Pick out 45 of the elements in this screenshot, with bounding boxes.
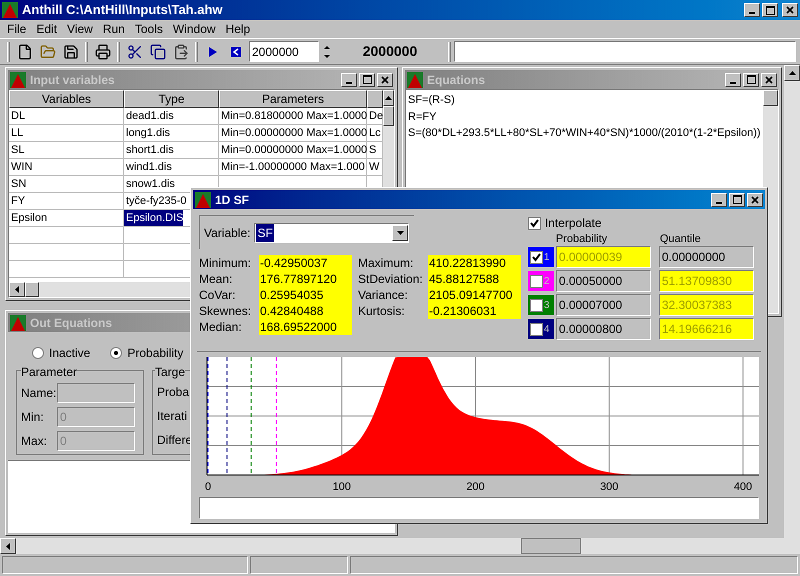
axis-tick-label: 400 bbox=[734, 481, 752, 493]
stat-value: 2105.09147700 bbox=[428, 287, 514, 303]
stat-value: 176.77897120 bbox=[259, 271, 338, 287]
field-label: Iterati bbox=[157, 408, 188, 423]
axis-tick-label: 300 bbox=[600, 481, 618, 493]
field-label: Variable: bbox=[204, 224, 250, 242]
field-label: Name: bbox=[21, 385, 57, 402]
window-title: Out Equations bbox=[30, 314, 112, 332]
stat-value: 0.25954035 bbox=[259, 287, 324, 303]
point-number: 2 bbox=[544, 274, 550, 288]
point-number: 3 bbox=[544, 298, 550, 312]
equation-line: S=(80*DL+293.5*LL+80*SL+70*WIN+40*SN)*1000/(2010*(1-2*Epsilon)) bbox=[408, 126, 761, 141]
point-number: 4 bbox=[544, 322, 550, 336]
equation-line: SF=(R-S) bbox=[408, 93, 456, 108]
window-title: Input variables bbox=[30, 72, 115, 88]
stat-label: Kurtosis: bbox=[358, 303, 406, 319]
window-title: 1D SF bbox=[215, 192, 250, 208]
point-number: 1 bbox=[544, 250, 550, 264]
stat-label: Minimum: bbox=[199, 255, 252, 271]
app-title: Anthill C:\AntHill\Inputs\Tah.ahw bbox=[22, 1, 223, 20]
stat-value: 0.42840488 bbox=[259, 303, 324, 319]
stat-label: Skewnes: bbox=[199, 303, 252, 319]
column-header: Probability bbox=[556, 232, 608, 246]
stat-label: Variance: bbox=[358, 287, 409, 303]
field-label: Max: bbox=[21, 433, 48, 450]
axis-tick-label: 0 bbox=[204, 481, 212, 493]
field-label: Min: bbox=[21, 409, 45, 426]
stat-value: 410.22813990 bbox=[428, 255, 507, 271]
iterations-display: 2000000 bbox=[362, 42, 418, 61]
field-label: Differe bbox=[157, 432, 194, 447]
equation-line: R=FY bbox=[408, 110, 438, 124]
stat-label: Maximum: bbox=[358, 255, 414, 271]
field-label: Proba bbox=[157, 384, 190, 399]
stat-value: -0.21306031 bbox=[428, 303, 498, 319]
stat-label: CoVar: bbox=[199, 287, 236, 303]
stat-value: 45.88127588 bbox=[428, 271, 500, 287]
column-header: Quantile bbox=[660, 232, 701, 246]
stat-label: Median: bbox=[199, 319, 243, 335]
axis-tick-label: 200 bbox=[466, 481, 485, 493]
stat-value: 168.69522000 bbox=[259, 319, 338, 335]
axis-tick-label: 100 bbox=[332, 481, 351, 493]
window-title: Equations bbox=[427, 72, 486, 88]
stat-value: -0.42950037 bbox=[259, 255, 328, 271]
stat-label: Mean: bbox=[199, 271, 234, 287]
stat-label: StDeviation: bbox=[358, 271, 424, 287]
